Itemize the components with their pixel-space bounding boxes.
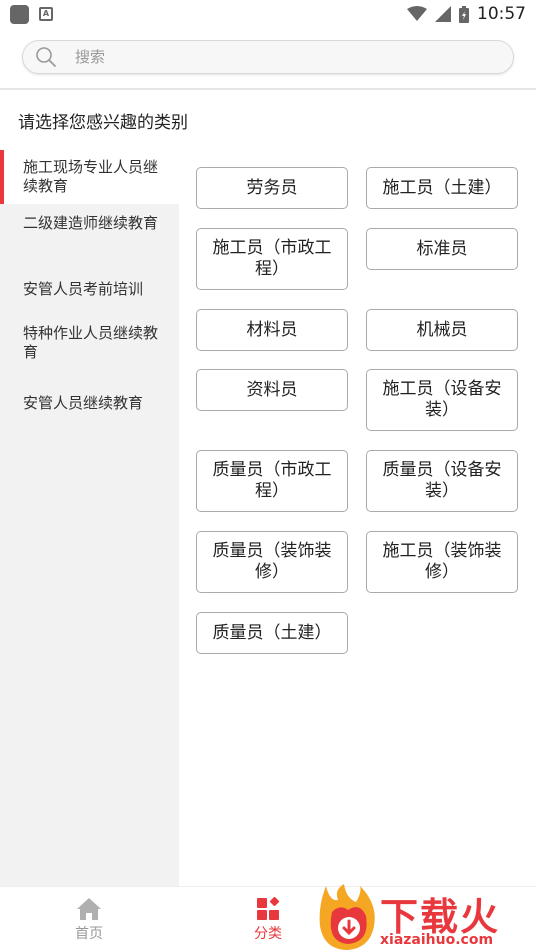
sidebar-item-label: 特种作业人员继续教育 [23, 324, 159, 361]
nav-home[interactable]: 首页 [59, 897, 119, 943]
category-button[interactable]: 质量员（土建） [196, 612, 348, 654]
search-input[interactable] [75, 48, 475, 66]
page-title: 请选择您感兴趣的类别 [18, 113, 188, 133]
category-button[interactable]: 施工员（土建） [366, 167, 518, 209]
category-button[interactable]: 质量员（市政工程） [196, 450, 348, 512]
home-icon [77, 898, 101, 920]
category-sidebar: 施工现场专业人员继续教育 二级建造师继续教育 安管人员考前培训 特种作业人员继续… [0, 150, 179, 886]
sidebar-item-second-class-builder[interactable]: 二级建造师继续教育 [0, 204, 179, 264]
watermark-logo: 下载火 xiazaihuo.com [316, 882, 536, 952]
category-button[interactable]: 劳务员 [196, 167, 348, 209]
nav-category-label: 分类 [254, 926, 282, 942]
category-button[interactable]: 标准员 [366, 228, 518, 270]
sidebar-item-label: 安管人员考前培训 [23, 280, 144, 298]
category-button[interactable]: 机械员 [366, 309, 518, 351]
wifi-icon [407, 6, 427, 21]
sidebar-item-construction-site[interactable]: 施工现场专业人员继续教育 [0, 150, 179, 204]
flame-logo-icon [319, 884, 375, 950]
search-icon [36, 47, 56, 67]
battery-icon [459, 5, 469, 23]
signal-icon [435, 6, 451, 22]
category-button[interactable]: 质量员（装饰装修） [196, 531, 348, 593]
status-bar: A 10:57 [0, 0, 536, 28]
app-notification-icon [10, 4, 29, 24]
category-button[interactable]: 质量员（设备安装） [366, 450, 518, 512]
category-button[interactable]: 施工员（装饰装修） [366, 531, 518, 593]
sidebar-item-special-operations[interactable]: 特种作业人员继续教育 [0, 314, 179, 378]
nav-category[interactable]: 分类 [238, 897, 298, 943]
clock: 10:57 [477, 4, 526, 24]
category-grid-icon [257, 897, 280, 920]
category-button[interactable]: 资料员 [196, 369, 348, 411]
search-bar [0, 28, 536, 90]
sidebar-item-label: 安管人员继续教育 [23, 394, 144, 412]
nav-home-label: 首页 [75, 926, 103, 942]
a-notification-icon: A [39, 7, 53, 21]
sidebar-item-safety-continuing[interactable]: 安管人员继续教育 [0, 378, 179, 428]
category-button[interactable]: 施工员（市政工程） [196, 228, 348, 290]
sidebar-item-safety-exam[interactable]: 安管人员考前培训 [0, 264, 179, 314]
sidebar-item-label: 施工现场专业人员继续教育 [23, 158, 159, 195]
search-box[interactable] [22, 40, 514, 74]
sidebar-item-label: 二级建造师继续教育 [23, 214, 159, 232]
category-button[interactable]: 施工员（设备安装） [366, 369, 518, 431]
category-button[interactable]: 材料员 [196, 309, 348, 351]
watermark-url: xiazaihuo.com [380, 932, 494, 948]
